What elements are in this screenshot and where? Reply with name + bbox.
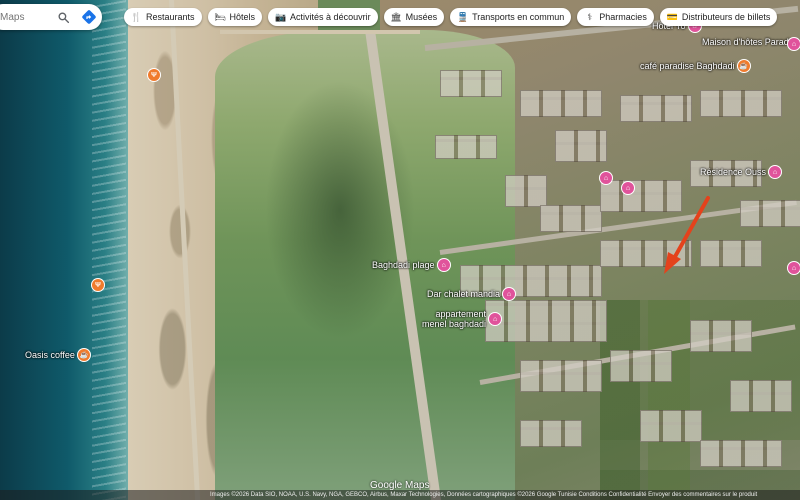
- hotel-pin-icon: ⌂: [788, 262, 800, 274]
- poi-maison-hotes-paradise[interactable]: Maison d'hôtes Paradise ⌂: [702, 36, 800, 48]
- poi-label: Baghdadi plage: [372, 260, 435, 270]
- hotel-pin-icon: ⌂: [622, 182, 634, 194]
- bed-icon: 🛏: [214, 11, 226, 22]
- building-block: [700, 440, 782, 467]
- building-block: [600, 240, 692, 267]
- building-block: [700, 90, 782, 117]
- hotel-pin-icon: ⌂: [503, 288, 516, 300]
- poi-label: Oasis coffee: [25, 350, 75, 360]
- hotel-pin-icon: ⌂: [769, 166, 782, 178]
- chip-musees[interactable]: 🏛 Musées: [383, 8, 445, 26]
- building-block: [520, 90, 602, 117]
- building-block: [520, 420, 582, 447]
- building-block: [740, 200, 800, 227]
- building-block: [520, 360, 602, 392]
- coffee-pin-icon: ☕: [737, 60, 750, 72]
- beach-food-pin[interactable]: Ψ: [92, 279, 104, 291]
- building-block: [700, 240, 762, 267]
- search-box[interactable]: [0, 4, 102, 30]
- attribution-bar: Images ©2026 Data SIO, NOAA, U.S. Navy, …: [0, 490, 800, 500]
- search-input[interactable]: [0, 11, 48, 23]
- poi-appartement-menel-baghdadi[interactable]: appartement menel baghdadi ⌂: [422, 309, 502, 329]
- building-block: [435, 135, 497, 159]
- pharmacy-icon: ⚕: [587, 11, 593, 22]
- search-icon[interactable]: [52, 6, 74, 28]
- building-block: [730, 380, 792, 412]
- unlabeled-pin[interactable]: ⌂: [788, 262, 800, 274]
- unlabeled-pin[interactable]: ⌂: [622, 182, 634, 194]
- building-block: [505, 175, 547, 207]
- poi-oasis-coffee[interactable]: Oasis coffee ☕: [25, 349, 90, 361]
- poi-label: appartement menel baghdadi: [422, 309, 487, 329]
- chip-activites[interactable]: 📷 Activités à découvrir: [268, 8, 378, 26]
- hotel-pin-icon: ⌂: [437, 259, 450, 271]
- poi-label: Résidence Ouss: [700, 167, 767, 177]
- poi-cafe-paradise-baghdadi[interactable]: café paradise Baghdadi ☕: [640, 60, 750, 72]
- atm-icon: 💳: [666, 11, 678, 22]
- restaurant-pin-icon: Ψ: [148, 69, 160, 81]
- chip-restaurants[interactable]: 🍴 Restaurants: [124, 8, 202, 26]
- building-block: [690, 320, 752, 352]
- poi-label: Dar chalet mandia: [427, 289, 501, 299]
- poi-residence-ouss[interactable]: Résidence Ouss ⌂: [700, 166, 782, 178]
- lagoon-track: [220, 30, 420, 34]
- building-block: [540, 205, 602, 232]
- chip-hotels[interactable]: 🛏 Hôtels: [207, 8, 263, 26]
- unlabeled-pin[interactable]: ⌂: [788, 38, 800, 50]
- building-block: [555, 130, 607, 162]
- train-icon: 🚆: [456, 11, 469, 22]
- coffee-pin-icon: ☕: [77, 349, 90, 361]
- building-block: [620, 95, 692, 122]
- poi-dar-chalet-mandia[interactable]: Dar chalet mandia ⌂: [427, 288, 516, 300]
- hotel-pin-icon: ⌂: [600, 172, 612, 184]
- poi-label: Maison d'hôtes Paradise: [702, 37, 800, 47]
- camera-icon: 📷: [274, 11, 287, 22]
- category-chips: 🍴 Restaurants 🛏 Hôtels 📷 Activités à découv…: [124, 8, 778, 26]
- chip-pharmacies[interactable]: ⚕ Pharmacies: [577, 8, 654, 26]
- building-block: [600, 180, 682, 212]
- museum-icon: 🏛: [390, 11, 402, 22]
- chip-transports[interactable]: 🚆 Transports en commun: [450, 8, 572, 26]
- building-block: [610, 350, 672, 382]
- restaurant-pin-icon: Ψ: [92, 279, 104, 291]
- surf: [92, 0, 126, 500]
- directions-icon[interactable]: [78, 6, 100, 28]
- chip-distributeurs[interactable]: 💳 Distributeurs de billets: [659, 8, 778, 26]
- poi-baghdadi-plage[interactable]: Baghdadi plage ⌂: [372, 259, 450, 271]
- hotel-pin-icon: ⌂: [489, 313, 502, 325]
- fork-knife-icon: 🍴: [130, 11, 143, 22]
- beach-food-pin[interactable]: Ψ: [148, 69, 160, 81]
- unlabeled-pin[interactable]: ⌂: [600, 172, 612, 184]
- building-block: [485, 300, 607, 342]
- building-block: [440, 70, 502, 97]
- hotel-pin-icon: ⌂: [788, 38, 800, 50]
- satellite-map[interactable]: Ψ Ψ Baghdadi plage ⌂ Dar chalet mandia ⌂…: [0, 0, 800, 500]
- building-block: [640, 410, 702, 442]
- poi-label: café paradise Baghdadi: [640, 61, 735, 71]
